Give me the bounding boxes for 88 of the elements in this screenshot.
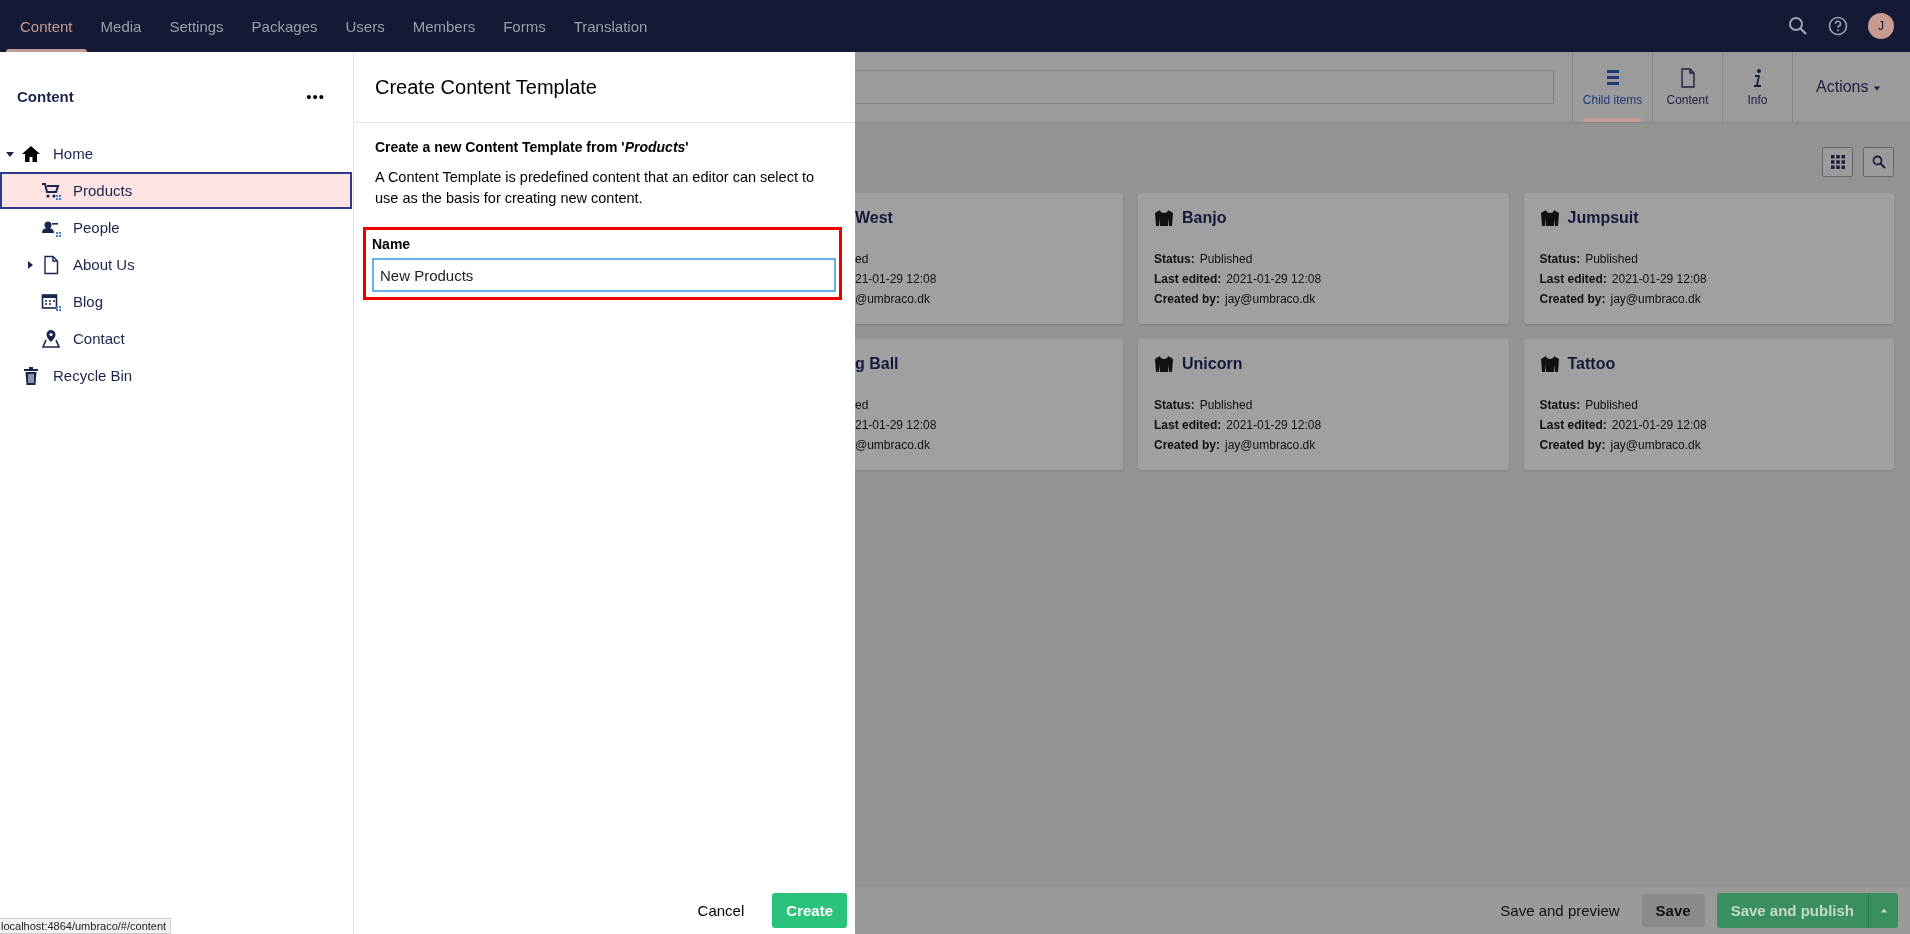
card-meta: 21-01-29 12:08 bbox=[855, 417, 938, 434]
section-tab[interactable]: Settings bbox=[155, 0, 238, 52]
content-card[interactable]: g Ball ed 21-01-29 12:08 @umbraco.dk bbox=[855, 339, 1123, 470]
tree-item-label: Recycle Bin bbox=[53, 367, 133, 384]
content-card[interactable]: Banjo Status: Published Last edited: 2021-01-29 12:08 Created by: jay@umbraco.dk bbox=[1138, 193, 1509, 324]
caret-down-icon bbox=[1872, 84, 1881, 92]
card-meta: Last edited: 2021-01-29 12:08 bbox=[1539, 271, 1708, 288]
dialog-subtitle: Create a new Content Template from 'Products' bbox=[375, 139, 690, 155]
card-meta: ed bbox=[855, 397, 870, 414]
section-tab[interactable]: Media bbox=[86, 0, 156, 52]
card-meta: @umbraco.dk bbox=[855, 291, 931, 308]
name-field[interactable] bbox=[855, 70, 1554, 104]
search-icon bbox=[1871, 155, 1886, 169]
card-meta: Status: Published bbox=[1539, 251, 1639, 268]
tree-item-label: People bbox=[73, 219, 120, 236]
card-meta: Last edited: 2021-01-29 12:08 bbox=[1154, 271, 1323, 288]
tree-item-label: Blog bbox=[73, 293, 104, 310]
card-meta: Created by: jay@umbraco.dk bbox=[1539, 437, 1702, 454]
card-title: Jumpsuit bbox=[1567, 209, 1639, 227]
section-tab[interactable]: Content bbox=[6, 0, 87, 52]
status-bar-url: localhost:4864/umbraco/#/content bbox=[0, 918, 172, 934]
card-meta: Status: Published bbox=[1154, 251, 1254, 268]
name-input-field[interactable]: New Products bbox=[372, 258, 836, 293]
document-icon bbox=[41, 254, 61, 275]
tree-item[interactable]: Products bbox=[0, 172, 352, 209]
tree-item-label: About Us bbox=[73, 256, 135, 273]
search-icon[interactable] bbox=[1788, 16, 1808, 36]
trash-icon bbox=[21, 365, 41, 386]
cancel-button[interactable]: Cancel bbox=[687, 894, 755, 927]
tree-item-label: Home bbox=[53, 145, 93, 162]
user-avatar[interactable]: J bbox=[1868, 13, 1894, 39]
card-meta: Status: Published bbox=[1154, 397, 1254, 414]
card-meta: 21-01-29 12:08 bbox=[855, 271, 938, 288]
shirt-icon bbox=[1539, 209, 1560, 227]
grid-icon bbox=[1830, 155, 1845, 169]
section-tab[interactable]: Users bbox=[331, 0, 399, 52]
workspace-tab[interactable]: Info bbox=[1722, 52, 1792, 122]
card-title: g Ball bbox=[855, 355, 899, 373]
card-title: Banjo bbox=[1182, 209, 1227, 227]
section-tab[interactable]: Translation bbox=[559, 0, 662, 52]
card-meta: Created by: jay@umbraco.dk bbox=[1154, 291, 1317, 308]
calendar-icon bbox=[41, 291, 61, 312]
grid-view-button[interactable] bbox=[1822, 147, 1853, 177]
field-label: Name bbox=[372, 236, 412, 253]
workspace-tab[interactable]: Content bbox=[1652, 52, 1722, 122]
dialog-title: Create Content Template bbox=[375, 75, 597, 99]
caret-right-icon[interactable] bbox=[25, 259, 35, 270]
search-button[interactable] bbox=[1863, 147, 1894, 177]
section-tab[interactable]: Members bbox=[398, 0, 490, 52]
workspace-tab[interactable]: Child items bbox=[1572, 52, 1652, 122]
tree-item[interactable]: Blog bbox=[0, 283, 352, 320]
section-tab[interactable]: Forms bbox=[489, 0, 560, 52]
cart-icon bbox=[41, 180, 61, 201]
tree-item[interactable]: About Us bbox=[0, 246, 352, 283]
tree-item-label: Products bbox=[73, 182, 133, 199]
section-tab[interactable]: Packages bbox=[237, 0, 332, 52]
content-card[interactable]: Jumpsuit Status: Published Last edited: 2021-01-29 12:08 Created by: jay@umbraco.dk bbox=[1523, 193, 1894, 324]
card-meta: Created by: jay@umbraco.dk bbox=[1539, 291, 1702, 308]
card-title: West bbox=[855, 209, 893, 227]
content-card[interactable]: Tattoo Status: Published Last edited: 2021-01-29 12:08 Created by: jay@umbraco.dk bbox=[1523, 339, 1894, 470]
save-button[interactable]: Save bbox=[1641, 894, 1705, 927]
tree-item[interactable]: Contact bbox=[0, 320, 352, 357]
tree-item-label: Contact bbox=[73, 330, 125, 347]
shirt-icon bbox=[1154, 355, 1174, 373]
dialog-description: A Content Template is predefined content that an editor can select to use as the basis for creating new content. bbox=[375, 168, 816, 208]
card-title: Tattoo bbox=[1567, 355, 1616, 373]
more-options-button[interactable]: ••• bbox=[296, 80, 335, 113]
tree-item[interactable]: Recycle Bin bbox=[0, 357, 352, 394]
card-meta: Last edited: 2021-01-29 12:08 bbox=[1539, 417, 1708, 434]
card-meta: Last edited: 2021-01-29 12:08 bbox=[1154, 417, 1323, 434]
actions-dropdown[interactable]: Actions bbox=[1792, 52, 1910, 122]
content-card[interactable]: West ed 21-01-29 12:08 @umbraco.dk bbox=[855, 193, 1123, 324]
card-title: Unicorn bbox=[1182, 355, 1243, 373]
map-pin-icon bbox=[41, 328, 61, 349]
card-meta: ed bbox=[855, 251, 870, 268]
document-icon bbox=[1678, 67, 1697, 88]
tree-item[interactable]: People bbox=[0, 209, 352, 246]
home-icon bbox=[21, 143, 41, 164]
preview-button[interactable]: Save and preview bbox=[1490, 894, 1630, 927]
content-card[interactable]: Unicorn Status: Published Last edited: 2021-01-29 12:08 Created by: jay@umbraco.dk bbox=[1138, 339, 1509, 470]
help-icon[interactable] bbox=[1828, 16, 1848, 36]
shirt-icon bbox=[1154, 209, 1174, 227]
card-meta: @umbraco.dk bbox=[855, 437, 931, 454]
shirt-icon bbox=[1539, 355, 1560, 373]
tree-item[interactable]: Home bbox=[0, 135, 352, 172]
card-meta: Created by: jay@umbraco.dk bbox=[1154, 437, 1317, 454]
sidebar-title: Content bbox=[17, 88, 74, 105]
card-meta: Status: Published bbox=[1539, 397, 1639, 414]
